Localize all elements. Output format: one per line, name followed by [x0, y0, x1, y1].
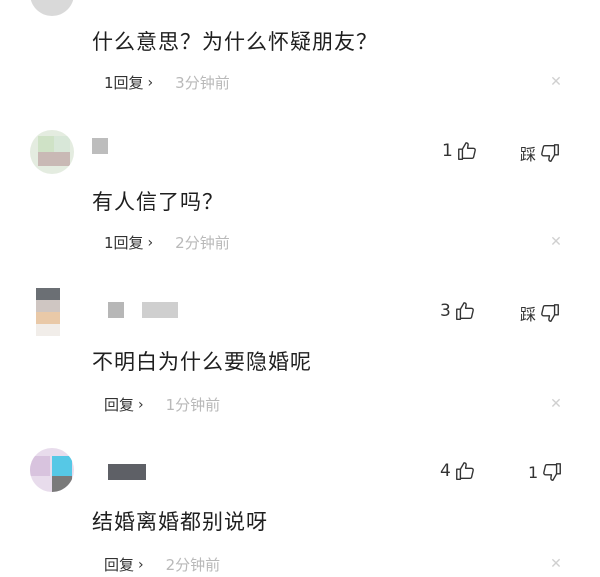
- avatar[interactable]: [30, 130, 74, 174]
- username[interactable]: [108, 464, 146, 480]
- like-button[interactable]: 3: [440, 300, 476, 322]
- chevron-right-icon: ›: [138, 396, 144, 413]
- username[interactable]: [108, 302, 178, 318]
- reply-label: 1回复: [104, 234, 144, 252]
- reply-button[interactable]: 1回复 ›: [104, 232, 153, 253]
- close-icon[interactable]: ✕: [548, 234, 564, 250]
- timestamp: 1分钟前: [165, 396, 221, 414]
- username[interactable]: [92, 138, 108, 154]
- chevron-right-icon: ›: [147, 74, 154, 91]
- comment-text: 不明白为什么要隐婚呢: [92, 350, 312, 374]
- thumbs-up-icon: [454, 460, 476, 482]
- avatar[interactable]: [30, 448, 74, 492]
- close-icon[interactable]: ✕: [548, 556, 564, 572]
- reply-button[interactable]: 回复 ›: [104, 554, 144, 575]
- reply-button[interactable]: 回复 ›: [104, 394, 144, 415]
- avatar[interactable]: [36, 288, 60, 336]
- like-count: 1: [442, 141, 453, 161]
- comment-item: 4 1 结婚离婚都别说呀 回复 › 2分钟前 ✕: [0, 440, 600, 577]
- comment-meta: 回复 › 2分钟前: [104, 554, 220, 575]
- comment-meta: 1回复 › 2分钟前: [104, 232, 230, 253]
- like-button[interactable]: 4: [440, 460, 476, 482]
- avatar[interactable]: [30, 0, 74, 16]
- timestamp: 2分钟前: [165, 556, 221, 574]
- like-count: 4: [440, 461, 451, 481]
- comment-item: 1 踩 有人信了吗？ 1回复 › 2分钟前 ✕: [0, 120, 600, 270]
- reply-button[interactable]: 1回复 ›: [104, 72, 153, 93]
- like-count: 3: [440, 301, 451, 321]
- comment-text: 有人信了吗？: [92, 190, 224, 214]
- thumbs-down-icon: [541, 461, 563, 483]
- reply-label: 1回复: [104, 74, 144, 92]
- comment-text: 结婚离婚都别说呀: [92, 510, 268, 534]
- dislike-label: 踩: [520, 305, 537, 324]
- thumbs-down-icon: [539, 142, 561, 164]
- timestamp: 2分钟前: [175, 234, 230, 252]
- like-button[interactable]: 1: [442, 140, 478, 162]
- reply-label: 回复: [104, 556, 135, 574]
- dislike-count: 1: [528, 462, 539, 482]
- chevron-right-icon: ›: [138, 556, 144, 573]
- timestamp: 3分钟前: [175, 74, 230, 92]
- dislike-label: 踩: [520, 145, 537, 164]
- close-icon[interactable]: ✕: [548, 396, 564, 412]
- comment-item: 什么意思？为什么怀疑朋友？ 1回复 › 3分钟前 ✕: [0, 0, 600, 110]
- dislike-button[interactable]: 踩: [520, 301, 561, 325]
- thumbs-up-icon: [456, 140, 478, 162]
- comment-text: 什么意思？为什么怀疑朋友？: [92, 30, 378, 54]
- thumbs-down-icon: [539, 302, 561, 324]
- chevron-right-icon: ›: [147, 234, 154, 251]
- thumbs-up-icon: [454, 300, 476, 322]
- reply-label: 回复: [104, 396, 135, 414]
- dislike-button[interactable]: 踩: [520, 141, 561, 165]
- close-icon[interactable]: ✕: [548, 74, 564, 90]
- comment-item: 3 踩 不明白为什么要隐婚呢 回复 › 1分钟前 ✕: [0, 280, 600, 430]
- comment-meta: 回复 › 1分钟前: [104, 394, 220, 415]
- dislike-button[interactable]: 1: [528, 461, 563, 483]
- comment-meta: 1回复 › 3分钟前: [104, 72, 230, 93]
